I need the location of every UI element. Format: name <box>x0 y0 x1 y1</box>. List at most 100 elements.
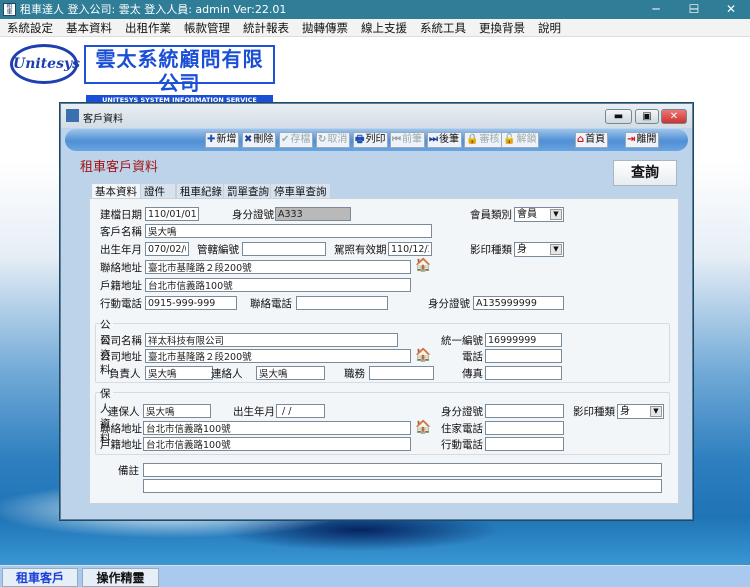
menu-bar: 系統設定 基本資料 出租作業 帳款管理 統計報表 拋轉傳票 線上支援 系統工具 更換背景 說明 <box>0 19 750 37</box>
contact-addr-field[interactable] <box>145 260 411 274</box>
company-tel-field[interactable] <box>485 349 562 363</box>
guarantor-copy-select[interactable]: 身 ▼ <box>617 404 664 419</box>
next-button[interactable]: ⏭後筆 <box>427 132 462 148</box>
tab-rental-records[interactable]: 租車紀錄 <box>176 183 226 199</box>
phone-field[interactable] <box>296 296 388 310</box>
fax-field[interactable] <box>485 366 562 380</box>
contact-addr-label: 聯絡地址 <box>100 262 142 274</box>
notes-label: 備註 <box>118 465 139 477</box>
menu-accounts[interactable]: 帳款管理 <box>177 19 236 37</box>
company-banner: 雲太系統顧問有限公司 UNITESYS SYSTEM INFORMATION S… <box>84 45 275 117</box>
phone-label: 聯絡電話 <box>250 298 292 310</box>
guarantor-reg-addr-field[interactable] <box>143 437 411 451</box>
jurisdiction-label: 管轄編號 <box>197 244 239 256</box>
prev-button[interactable]: ⏮前筆 <box>390 132 425 148</box>
owner-field[interactable] <box>145 366 213 380</box>
created-label: 建檔日期 <box>100 209 142 221</box>
guarantor-contact-addr-field[interactable] <box>143 421 411 435</box>
cancel-button[interactable]: ↻取消 <box>316 132 351 148</box>
add-button[interactable]: ✚新增 <box>205 132 240 148</box>
home-address-icon[interactable]: 🏠 <box>415 421 431 435</box>
notes-field-2[interactable] <box>143 479 662 493</box>
child-titlebar: 客戶資料 ▬ ▣ ✕ <box>61 104 692 128</box>
menu-help[interactable]: 說明 <box>531 19 567 37</box>
company-addr-label: 公司地址 <box>100 351 142 363</box>
task-tab-rental-customer[interactable]: 租車客戶 <box>2 568 78 587</box>
member-select[interactable]: 會員 ▼ <box>514 207 564 222</box>
jurisdiction-field[interactable] <box>242 242 326 256</box>
guarantor-home-tel-field[interactable] <box>485 421 564 435</box>
menu-rental[interactable]: 出租作業 <box>118 19 177 37</box>
form-heading: 租車客戶資料 <box>80 160 159 175</box>
child-close-icon[interactable]: ✕ <box>661 109 687 124</box>
tab-tickets[interactable]: 罰單查詢 <box>223 183 273 199</box>
app-title: 租車達人 登入公司: 雲太 登入人員: admin Ver:22.01 <box>20 3 287 16</box>
guarantor-mobile-label: 行動電話 <box>441 439 483 451</box>
menu-vouchers[interactable]: 拋轉傳票 <box>295 19 354 37</box>
company-name-field[interactable] <box>145 333 398 347</box>
child-title: 客戶資料 <box>83 114 123 125</box>
toolbar: ✚新增 ✖刪除 ✔存檔 ↻取消 🖶列印 ⏮前筆 ⏭後筆 🔒審核 🔓解鎖 ⌂首頁 … <box>65 129 688 151</box>
guarantor-id-label: 身分證號 <box>441 406 483 418</box>
license-field[interactable] <box>388 242 432 256</box>
minimize-icon[interactable]: ─ <box>637 0 675 19</box>
birth-label: 出生年月 <box>100 244 142 256</box>
child-minimize-icon[interactable]: ▬ <box>605 109 632 124</box>
review-button[interactable]: 🔒審核 <box>464 132 503 148</box>
close-icon[interactable]: ✕ <box>712 0 750 19</box>
mobile-label: 行動電話 <box>100 298 142 310</box>
birth-field[interactable] <box>145 242 189 256</box>
chevron-down-icon[interactable]: ▼ <box>550 244 562 255</box>
maximize-icon[interactable]: ☐ <box>675 0 713 19</box>
name-label: 客戶名稱 <box>100 226 142 238</box>
home-address-icon[interactable]: 🏠 <box>415 259 431 273</box>
menu-online-support[interactable]: 線上支援 <box>354 19 413 37</box>
contact-field[interactable] <box>256 366 325 380</box>
tax-label: 統一編號 <box>441 335 483 347</box>
exit-button[interactable]: ⇥離開 <box>625 132 660 148</box>
unlock-button[interactable]: 🔓解鎖 <box>501 132 540 148</box>
reg-addr-field[interactable] <box>145 278 411 292</box>
print-button[interactable]: 🖶列印 <box>353 132 389 148</box>
guarantor-mobile-field[interactable] <box>485 437 564 451</box>
reg-addr-label: 戶籍地址 <box>100 280 142 292</box>
member-label: 會員類別 <box>470 209 512 221</box>
tab-parking[interactable]: 停車單查詢 <box>270 183 331 199</box>
guarantor-id-field[interactable] <box>485 404 564 418</box>
created-field[interactable] <box>145 207 199 221</box>
child-maximize-icon[interactable]: ▣ <box>635 109 659 124</box>
license-label: 駕照有效期 <box>334 244 387 256</box>
id2-field[interactable] <box>473 296 564 310</box>
menu-system-settings[interactable]: 系統設定 <box>0 19 59 37</box>
copy-label: 影印種類 <box>470 244 512 256</box>
id-field[interactable] <box>275 207 351 221</box>
guarantor-birth-field[interactable] <box>276 404 325 418</box>
mobile-field[interactable] <box>145 296 237 310</box>
task-tab-wizard[interactable]: 操作精靈 <box>82 568 159 587</box>
home-address-icon[interactable]: 🏠 <box>415 349 431 363</box>
company-addr-field[interactable] <box>145 349 411 363</box>
tax-field[interactable] <box>485 333 562 347</box>
name-field[interactable] <box>145 224 432 238</box>
guarantor-birth-label: 出生年月 <box>233 406 275 418</box>
menu-background[interactable]: 更換背景 <box>472 19 531 37</box>
guarantor-name-field[interactable] <box>143 404 211 418</box>
menu-system-tools[interactable]: 系統工具 <box>413 19 472 37</box>
company-tel-label: 電話 <box>462 351 483 363</box>
copy-select[interactable]: 身 ▼ <box>514 242 564 257</box>
job-field[interactable] <box>369 366 434 380</box>
menu-basic-data[interactable]: 基本資料 <box>59 19 118 37</box>
save-button[interactable]: ✔存檔 <box>279 132 314 148</box>
job-label: 職務 <box>344 368 365 380</box>
chevron-down-icon[interactable]: ▼ <box>550 209 562 220</box>
chevron-down-icon[interactable]: ▼ <box>650 406 662 417</box>
query-button[interactable]: 查詢 <box>613 160 677 186</box>
notes-field-1[interactable] <box>143 463 662 477</box>
company-logo: Unitesys <box>10 44 80 84</box>
menu-reports[interactable]: 統計報表 <box>236 19 295 37</box>
fax-label: 傳真 <box>462 368 483 380</box>
delete-button[interactable]: ✖刪除 <box>242 132 277 148</box>
tab-documents[interactable]: 證件 <box>140 183 176 199</box>
home-button[interactable]: ⌂首頁 <box>575 132 609 148</box>
guarantor-name-label: 連保人 <box>108 406 140 418</box>
